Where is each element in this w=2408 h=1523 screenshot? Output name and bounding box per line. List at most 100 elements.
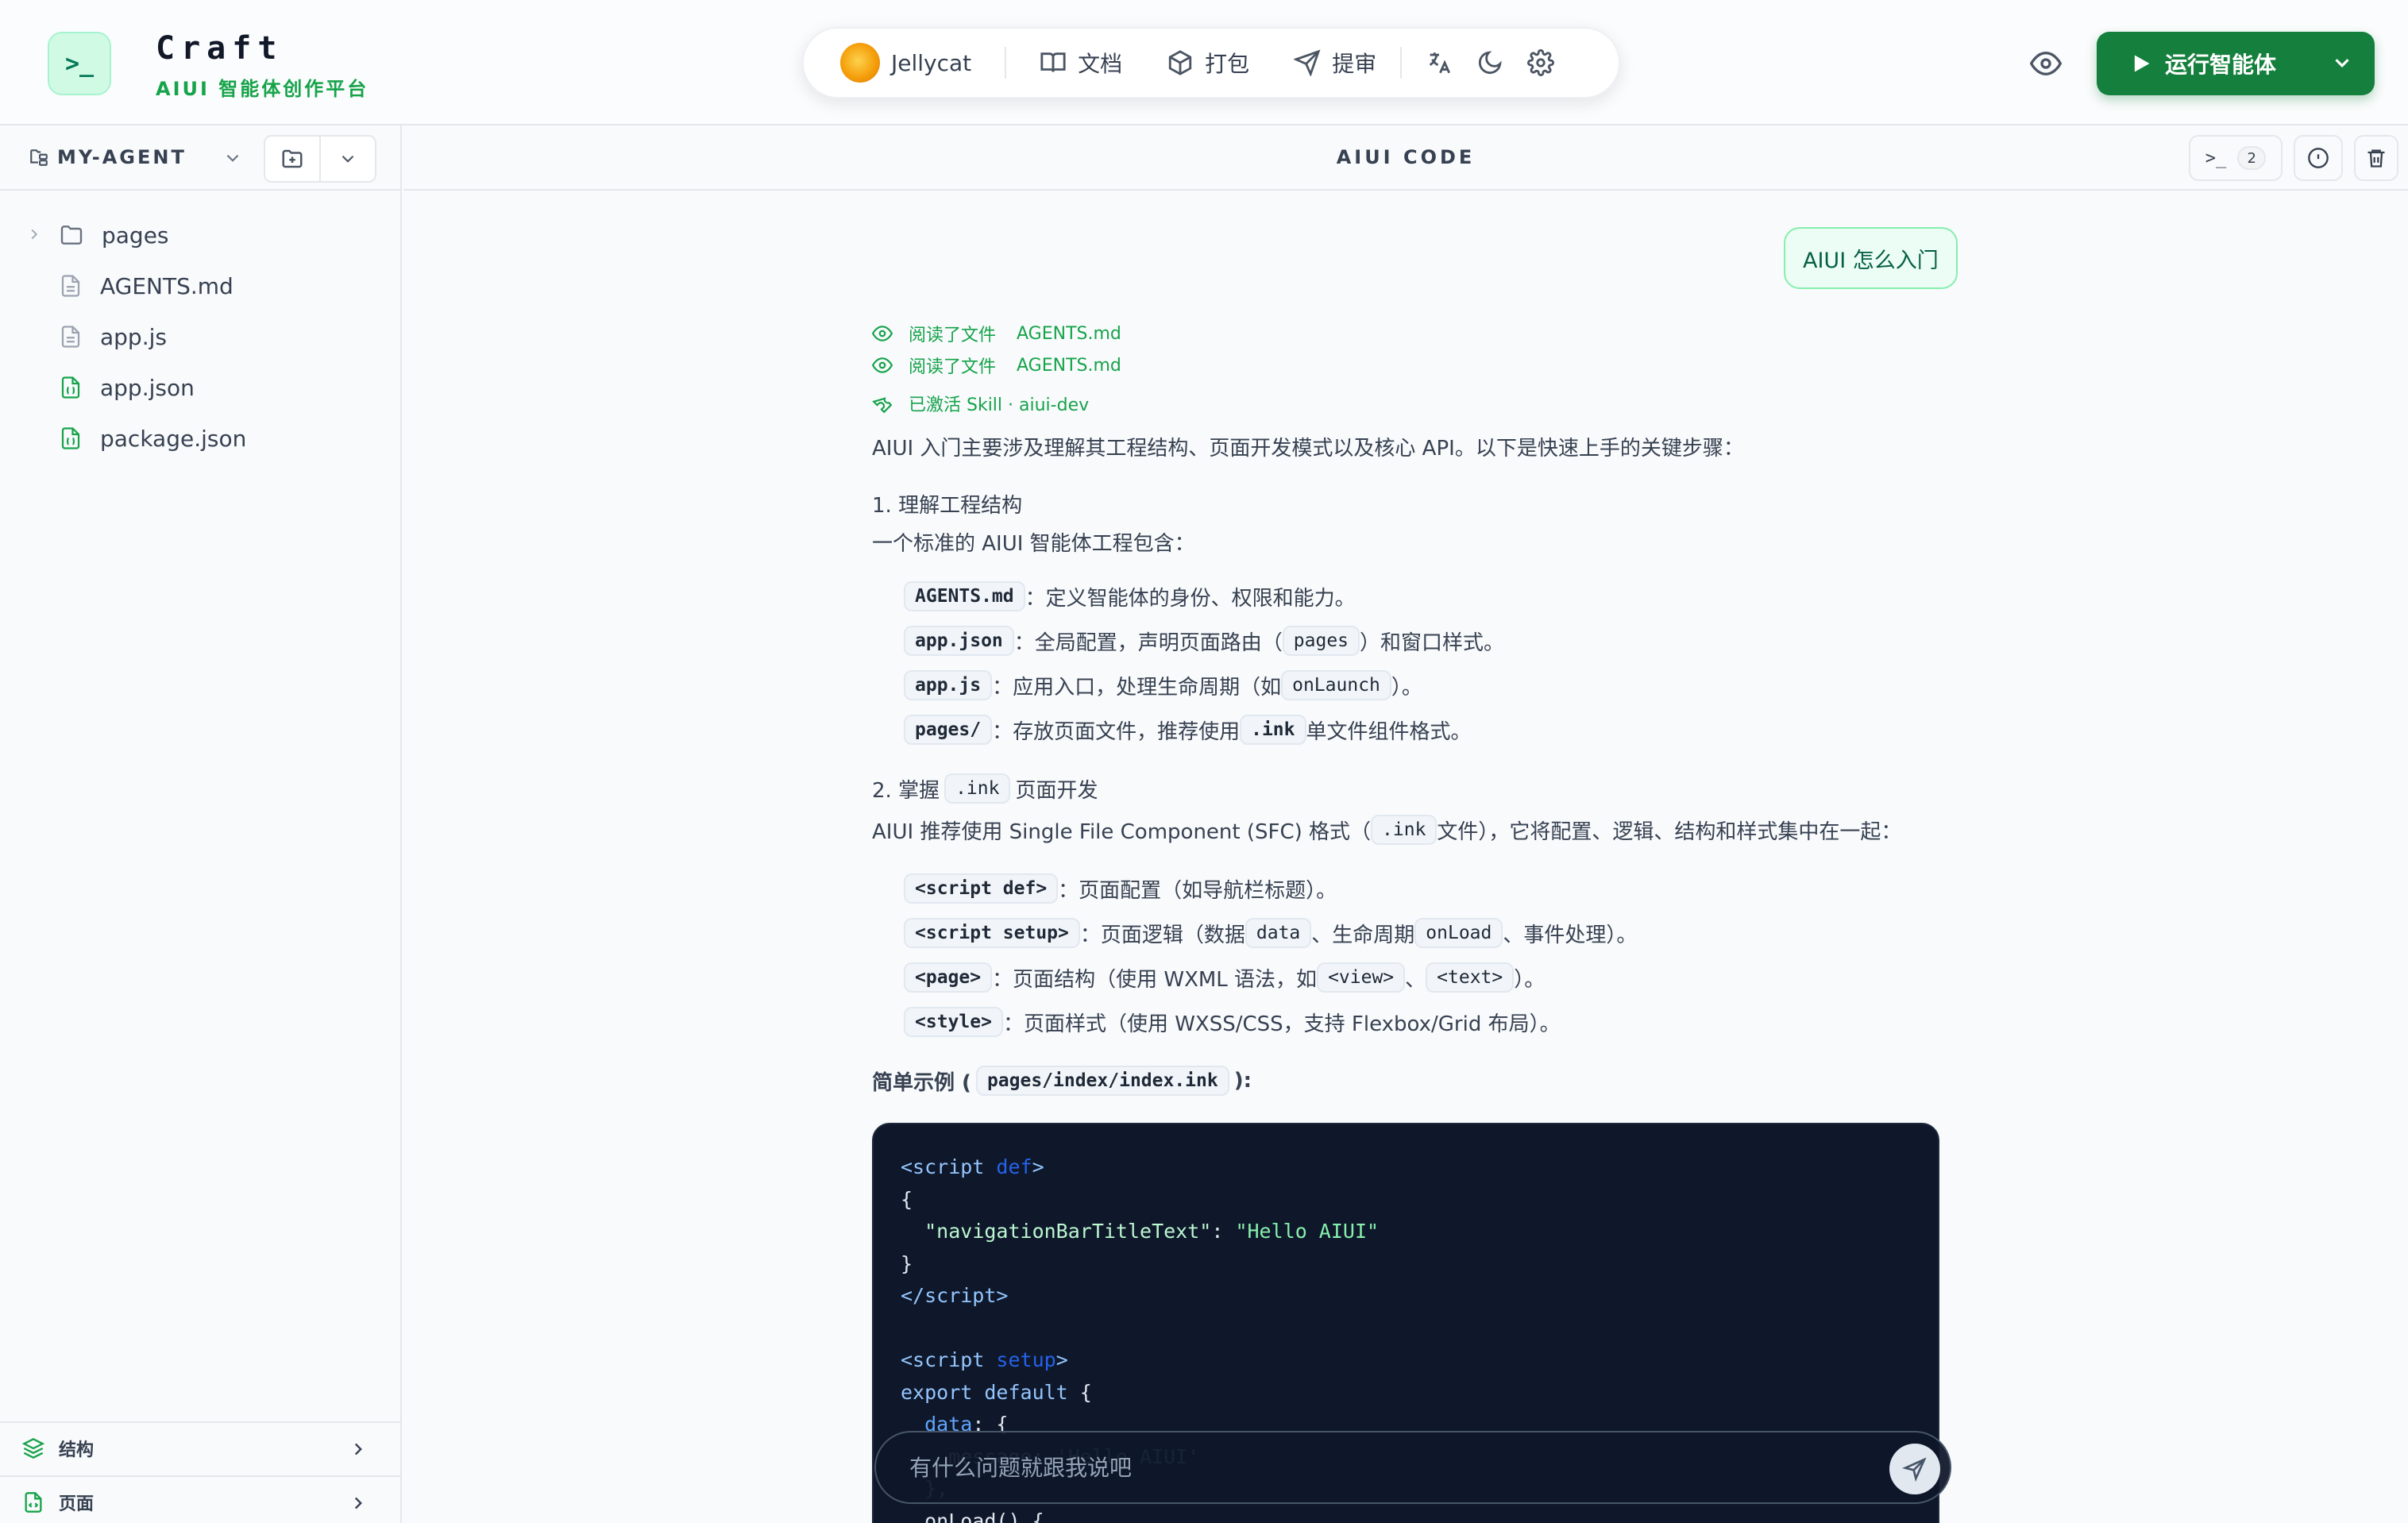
file-json-icon — [61, 427, 80, 449]
tree-item-label: app.js — [100, 323, 167, 350]
pack-button[interactable]: 打包 — [1167, 47, 1249, 79]
new-folder-button[interactable] — [265, 137, 321, 181]
toolbar-divider — [1400, 47, 1403, 79]
submit-review-button[interactable]: 提审 — [1294, 47, 1376, 79]
activity-file[interactable]: AGENTS.md — [1017, 324, 1121, 344]
heading-text: 页面开发 — [1015, 778, 1098, 803]
activity-skill-activated: 已激活 Skill · aiui-dev — [872, 391, 1089, 416]
eye-icon — [872, 326, 893, 341]
brand-subtitle: AIUI 智能体创作平台 — [156, 78, 369, 100]
pages-panel-toggle[interactable]: 页面 — [0, 1475, 400, 1523]
terminal-count-badge: 2 — [2237, 146, 2267, 170]
tree-item-app-json[interactable]: app.json — [0, 362, 400, 413]
activity-file[interactable]: AGENTS.md — [1017, 356, 1121, 376]
run-agent-button[interactable]: 运行智能体 — [2097, 32, 2375, 95]
structure-panel-toggle[interactable]: 结构 — [0, 1421, 400, 1474]
settings-button[interactable] — [1527, 49, 1555, 76]
theme-toggle-button[interactable] — [1476, 49, 1503, 76]
chat-input[interactable] — [909, 1454, 1823, 1481]
docs-button[interactable]: 文档 — [1040, 47, 1122, 79]
tree-item-pages[interactable]: pages — [0, 210, 400, 260]
terminal-button[interactable]: >_ 2 — [2189, 135, 2283, 181]
example-label-text: 简单示例 ( — [872, 1070, 971, 1095]
eye-icon — [872, 357, 893, 373]
section2-desc: AIUI 推荐使用 Single File Component (SFC) 格式… — [872, 815, 1901, 845]
tree-item-label: pages — [102, 222, 169, 249]
info-button[interactable] — [2294, 135, 2343, 181]
inline-code: onLaunch — [1281, 670, 1391, 700]
user-name: Jellycat — [891, 49, 972, 76]
list-item-text: ：全局配置，声明页面路由（ — [1013, 630, 1283, 655]
send-icon — [1294, 49, 1321, 76]
tree-item-package-json[interactable]: package.json — [0, 413, 400, 464]
wrench-icon — [872, 397, 893, 414]
list-item: app.js ：应用入口，处理生命周期（如 onLaunch ）。 — [904, 670, 1422, 700]
code-panel-header: AIUI CODE >_ 2 — [403, 125, 2408, 191]
list-item: <script setup> ：页面逻辑（数据 data 、生命周期 onLoa… — [904, 918, 1637, 948]
section1-heading: 1. 理解工程结构 — [872, 494, 1023, 518]
inline-code: .ink — [944, 773, 1011, 804]
preview-button[interactable] — [2029, 48, 2063, 79]
panel-title: AIUI CODE — [1336, 146, 1476, 168]
section1-desc: 一个标准的 AIUI 智能体工程包含： — [872, 532, 1195, 556]
main-toolbar: Jellycat 文档 打包 提审 — [802, 27, 1620, 98]
list-item: <style> ：页面样式（使用 WXSS/CSS，支持 Flexbox/Gri… — [904, 1007, 1561, 1037]
chevron-down-icon[interactable] — [222, 148, 243, 168]
activity-action: 已激活 Skill · aiui-dev — [909, 395, 1090, 415]
folder-plus-icon — [282, 149, 303, 168]
list-item-text: ：存放页面文件，推荐使用 — [992, 719, 1241, 744]
inline-code: .ink — [1240, 715, 1306, 745]
inline-code: app.js — [904, 670, 993, 700]
info-icon — [2308, 148, 2329, 168]
example-label-text: ): — [1233, 1069, 1252, 1093]
list-item: <script def> ：页面配置（如导航栏标题）。 — [904, 873, 1337, 904]
file-text-icon — [61, 326, 80, 348]
pages-label: 页面 — [59, 1494, 95, 1514]
brand-title: Craft — [156, 30, 284, 67]
file-text-icon — [61, 275, 80, 297]
list-item: <page> ：页面结构（使用 WXML 语法，如 <view> 、 <text… — [904, 962, 1545, 993]
send-button[interactable] — [1889, 1444, 1940, 1494]
inline-code: AGENTS.md — [904, 581, 1025, 611]
inline-code: <view> — [1317, 962, 1406, 993]
list-item-text: ：应用入口，处理生命周期（如 — [992, 675, 1282, 700]
heading-text: 2. 掌握 — [872, 778, 940, 803]
list-item-text: ）和窗口样式。 — [1360, 630, 1505, 655]
review-label: 提审 — [1332, 51, 1377, 77]
project-selector[interactable]: MY-AGENT — [29, 146, 187, 168]
user-message-bubble: AIUI 怎么入门 — [1784, 227, 1958, 289]
play-icon — [2134, 55, 2150, 72]
tree-item-label: AGENTS.md — [100, 272, 233, 299]
inline-code: app.json — [904, 626, 1014, 656]
run-agent-label: 运行智能体 — [2165, 52, 2277, 78]
file-json-icon — [61, 376, 80, 399]
activity-action: 阅读了文件 — [909, 326, 997, 345]
user-profile-button[interactable]: Jellycat — [840, 43, 971, 83]
section2-heading: 2. 掌握 .ink 页面开发 — [872, 773, 1098, 804]
user-avatar — [840, 43, 880, 83]
inline-code: <script def> — [904, 873, 1059, 904]
chevron-down-icon[interactable] — [2330, 51, 2354, 75]
chat-input-bar — [874, 1431, 1951, 1504]
chevron-down-icon — [342, 155, 354, 163]
pack-label: 打包 — [1205, 51, 1250, 77]
new-item-button-group — [264, 135, 376, 183]
list-item-text: ：定义智能体的身份、权限和能力。 — [1025, 586, 1356, 611]
activity-read-file: 阅读了文件 AGENTS.md — [872, 321, 1121, 346]
desc-text: 文件），它将配置、逻辑、结构和样式集中在一起： — [1437, 819, 1902, 844]
chevron-right-icon[interactable] — [25, 226, 43, 243]
tree-item-agents-md[interactable]: AGENTS.md — [0, 260, 400, 311]
list-item-text: 单文件组件格式。 — [1306, 719, 1472, 744]
folder-tree-icon — [30, 149, 48, 166]
list-item-text: 、事件处理）。 — [1503, 923, 1638, 947]
sidebar-header: MY-AGENT — [0, 125, 400, 191]
new-item-menu-button[interactable] — [321, 137, 375, 181]
list-item-text: ：页面结构（使用 WXML 语法，如 — [992, 967, 1318, 992]
chevron-right-icon — [354, 1443, 362, 1456]
terminal-logo-icon: >_ — [48, 32, 111, 95]
list-item-text: ）。 — [1514, 967, 1546, 992]
clear-chat-button[interactable] — [2354, 135, 2398, 181]
tree-item-app-js[interactable]: app.js — [0, 311, 400, 362]
translate-button[interactable] — [1426, 49, 1453, 76]
trash-icon — [2367, 149, 2385, 168]
